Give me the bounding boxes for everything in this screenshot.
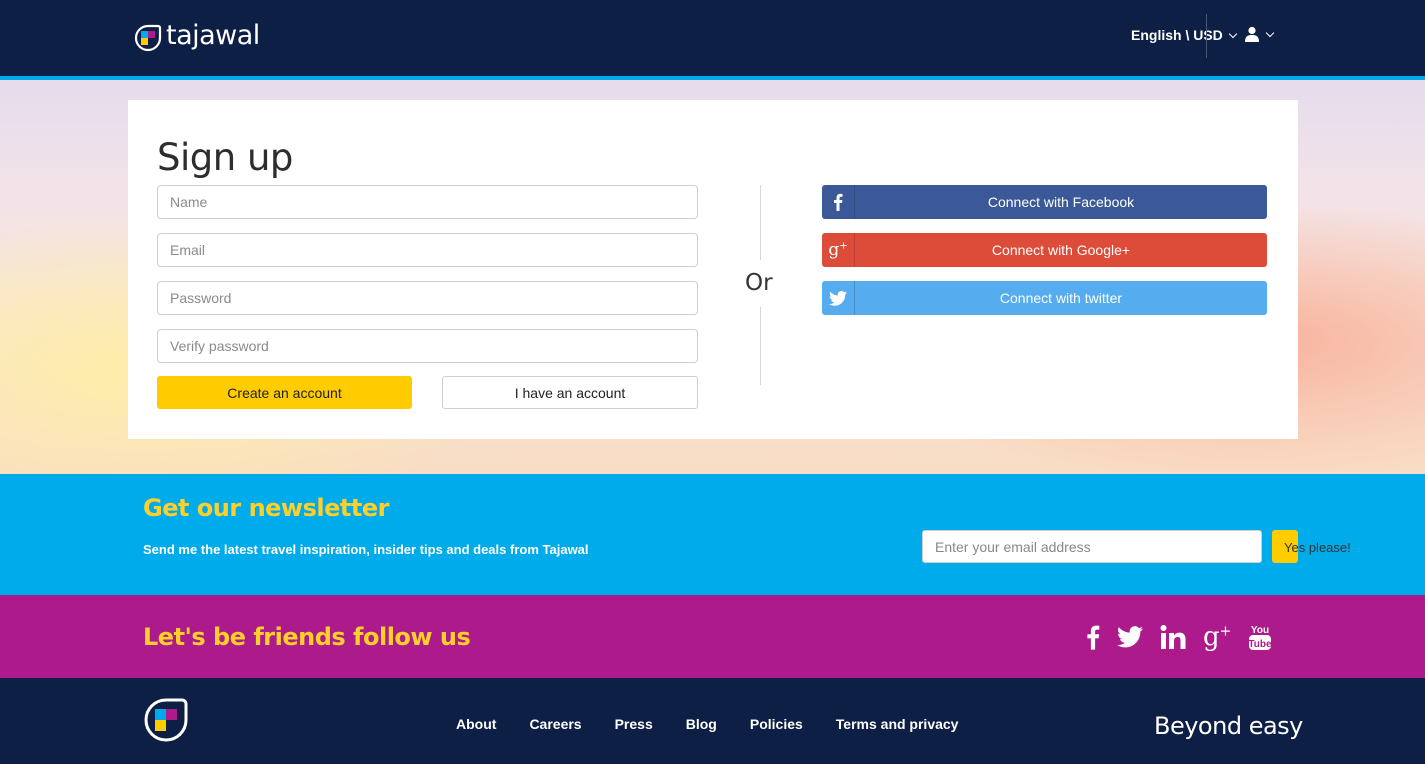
tajawal-logo-icon xyxy=(134,24,162,51)
svg-text:Tube: Tube xyxy=(1249,639,1273,650)
brand-logo[interactable]: tajawal xyxy=(134,20,260,53)
or-separator: Or xyxy=(745,270,773,296)
svg-text:You: You xyxy=(1251,625,1269,636)
newsletter-text: Send me the latest travel inspiration, i… xyxy=(143,542,539,557)
top-header: tajawal English \ USD xyxy=(0,0,1425,76)
verify-password-field[interactable] xyxy=(157,329,698,363)
signup-card: Sign up Create an account I have an acco… xyxy=(128,100,1298,439)
footer-link-press[interactable]: Press xyxy=(615,716,653,732)
footer-link-terms[interactable]: Terms and privacy xyxy=(836,716,959,732)
tagline: Beyond easy xyxy=(1154,712,1303,740)
footer-link-about[interactable]: About xyxy=(456,716,496,732)
footer-link-policies[interactable]: Policies xyxy=(750,716,803,732)
page-title: Sign up xyxy=(157,136,293,179)
connect-google-plus-button[interactable]: g+ Connect with Google+ xyxy=(822,233,1267,267)
footer-nav: About Careers Press Blog Policies Terms … xyxy=(456,716,991,732)
linkedin-icon[interactable] xyxy=(1160,622,1186,652)
follow-section: Let's be friends follow us g+ You Tube xyxy=(0,595,1425,678)
connect-facebook-button[interactable]: Connect with Facebook xyxy=(822,185,1267,219)
name-field[interactable] xyxy=(157,185,698,219)
facebook-label: Connect with Facebook xyxy=(987,194,1135,210)
newsletter-email-input[interactable] xyxy=(922,530,1262,563)
newsletter-section: Get our newsletter Send me the latest tr… xyxy=(0,474,1425,595)
facebook-icon xyxy=(822,185,855,219)
create-account-button[interactable]: Create an account xyxy=(157,376,412,409)
social-links: g+ You Tube xyxy=(1086,622,1272,652)
google-plus-label: Connect with Google+ xyxy=(991,242,1131,258)
password-field[interactable] xyxy=(157,281,698,315)
divider-line-top xyxy=(760,185,761,260)
newsletter-submit-label[interactable]: Yes please! xyxy=(1284,540,1351,555)
have-account-label: I have an account xyxy=(514,384,626,401)
brand-name: tajawal xyxy=(166,20,260,51)
create-account-label: Create an account xyxy=(227,384,342,401)
user-icon xyxy=(1245,26,1259,42)
connect-twitter-button[interactable]: Connect with twitter xyxy=(822,281,1267,315)
email-field[interactable] xyxy=(157,233,698,267)
newsletter-brand: Tajawal xyxy=(542,542,589,557)
chevron-down-icon xyxy=(1265,28,1275,37)
footer-link-careers[interactable]: Careers xyxy=(529,716,581,732)
google-plus-icon[interactable]: g+ xyxy=(1203,622,1231,652)
follow-title: Let's be friends follow us xyxy=(143,623,471,651)
twitter-label: Connect with twitter xyxy=(999,290,1123,306)
google-plus-icon: g+ xyxy=(822,233,855,267)
tajawal-logo-icon[interactable] xyxy=(144,698,188,742)
footer-link-blog[interactable]: Blog xyxy=(686,716,717,732)
twitter-icon[interactable] xyxy=(1117,622,1143,652)
user-menu[interactable] xyxy=(1244,26,1275,42)
chevron-down-icon xyxy=(1228,29,1238,38)
site-footer: About Careers Press Blog Policies Terms … xyxy=(0,678,1425,764)
language-currency-selector[interactable]: English \ USD xyxy=(1131,27,1238,43)
header-divider xyxy=(1206,14,1207,58)
facebook-icon[interactable] xyxy=(1086,622,1100,652)
divider-line-bottom xyxy=(760,307,761,385)
youtube-icon[interactable]: You Tube xyxy=(1248,622,1272,652)
twitter-icon xyxy=(822,281,855,315)
have-account-button[interactable]: I have an account xyxy=(442,376,698,409)
newsletter-description: Send me the latest travel inspiration, i… xyxy=(143,542,589,557)
newsletter-title: Get our newsletter xyxy=(143,494,389,522)
language-currency-label: English \ USD xyxy=(1131,27,1223,43)
